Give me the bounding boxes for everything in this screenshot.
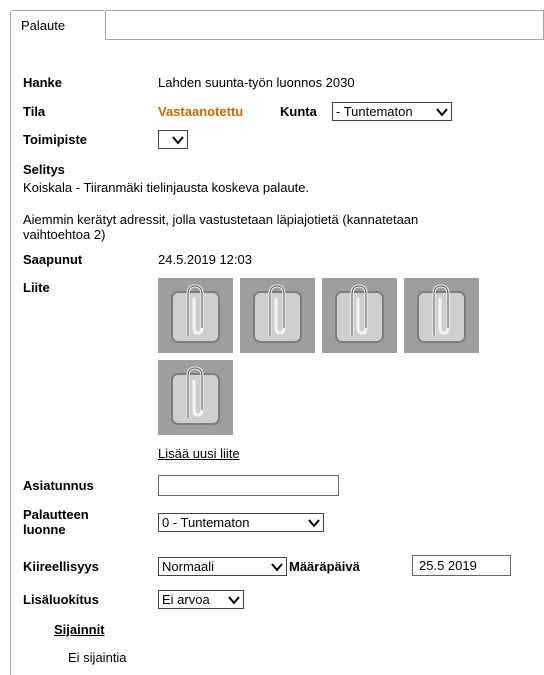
- feedback-window: Palaute Hanke Lahden suunta-työn luonnos…: [10, 10, 544, 675]
- selitys-text-2b: vaihtoehtoa 2): [23, 227, 106, 242]
- paperclip-icon: [171, 366, 220, 425]
- paperclip-icon: [171, 284, 220, 343]
- palautteen-luonne-label-2: luonne: [23, 522, 66, 537]
- kunta-label: Kunta: [280, 104, 317, 119]
- palautteen-luonne-label-1: Palautteen: [23, 507, 89, 522]
- feedback-panel: Hanke Lahden suunta-työn luonnos 2030 Ti…: [10, 39, 544, 675]
- maarapaiva-input[interactable]: 25.5 2019: [412, 555, 511, 576]
- kiireellisyys-select-value: Normaali: [162, 559, 215, 574]
- tila-status: Vastaanotettu: [158, 104, 244, 119]
- maarapaiva-label: Määräpäivä: [289, 559, 360, 574]
- kunta-select-value: - Tuntematon: [336, 104, 413, 119]
- liite-label: Liite: [23, 280, 50, 295]
- palautteen-luonne-select[interactable]: 0 - Tuntematon: [158, 513, 324, 532]
- chevron-down-icon: [308, 519, 320, 528]
- attachment-thumbnail[interactable]: [158, 278, 233, 353]
- saapunut-value: 24.5.2019 12:03: [158, 252, 252, 267]
- selitys-text-1: Koiskala - Tiiranmäki tielinjausta koske…: [23, 180, 310, 195]
- sijainnit-link[interactable]: Sijainnit: [54, 622, 105, 637]
- attachment-thumbnail[interactable]: [322, 278, 397, 353]
- chevron-down-icon: [228, 596, 240, 605]
- kiireellisyys-label: Kiireellisyys: [23, 559, 99, 574]
- hanke-label: Hanke: [23, 75, 63, 90]
- toimipiste-label: Toimipiste: [23, 132, 88, 147]
- paperclip-icon: [335, 284, 384, 343]
- toimipiste-select[interactable]: [158, 130, 188, 149]
- chevron-down-icon: [271, 563, 283, 572]
- attachment-thumbnail[interactable]: [240, 278, 315, 353]
- attachment-thumbnail[interactable]: [158, 360, 233, 435]
- tila-label: Tila: [23, 104, 46, 119]
- kunta-select[interactable]: - Tuntematon: [332, 102, 452, 121]
- tab-palaute[interactable]: Palaute: [10, 10, 106, 40]
- lisaluokitus-label: Lisäluokitus: [23, 592, 99, 607]
- asiatunnus-input[interactable]: [158, 475, 339, 496]
- add-attachment-link[interactable]: Lisää uusi liite: [158, 446, 240, 461]
- selitys-label: Selitys: [23, 162, 65, 177]
- palautteen-luonne-select-value: 0 - Tuntematon: [162, 515, 250, 530]
- tab-strip: [106, 10, 544, 40]
- paperclip-icon: [417, 284, 466, 343]
- saapunut-label: Saapunut: [23, 252, 83, 267]
- paperclip-icon: [253, 284, 302, 343]
- asiatunnus-label: Asiatunnus: [23, 478, 94, 493]
- sijainnit-empty-text: Ei sijaintia: [68, 650, 127, 665]
- lisaluokitus-select-value: Ei arvoa: [162, 592, 210, 607]
- attachment-thumbnail[interactable]: [404, 278, 479, 353]
- kiireellisyys-select[interactable]: Normaali: [158, 557, 287, 576]
- chevron-down-icon: [436, 108, 448, 117]
- selitys-text-2a: Aiemmin kerätyt adressit, jolla vastuste…: [23, 212, 419, 227]
- hanke-value: Lahden suunta-työn luonnos 2030: [158, 75, 355, 90]
- lisaluokitus-select[interactable]: Ei arvoa: [158, 590, 244, 609]
- chevron-down-icon: [172, 136, 184, 145]
